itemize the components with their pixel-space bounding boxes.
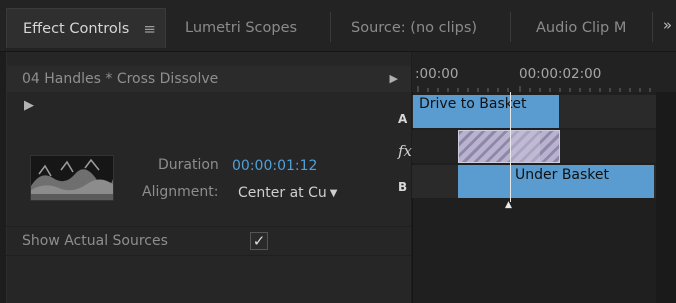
clip-a[interactable]: Drive to Basket	[413, 95, 559, 128]
alignment-label: Alignment:	[142, 184, 219, 200]
fx-icon: fx	[398, 142, 413, 160]
tab-divider	[330, 12, 331, 42]
tab-source-label: Source: (no clips)	[351, 20, 478, 36]
show-actual-sources-label: Show Actual Sources	[22, 233, 168, 249]
tab-source[interactable]: Source: (no clips)	[351, 8, 477, 48]
timeline-scroll-strip	[656, 92, 676, 303]
track-a-label: A	[398, 112, 408, 126]
playhead-line[interactable]	[510, 92, 511, 202]
thumbnail-image	[31, 156, 113, 200]
track-b-label: B	[398, 180, 408, 194]
chevron-down-icon: ▼	[329, 187, 338, 199]
tab-divider	[510, 12, 511, 42]
duration-value[interactable]: 00:00:01:12	[232, 158, 317, 174]
clip-b[interactable]: Under Basket	[458, 165, 654, 198]
tab-audio-clip-mixer-label: Audio Clip M	[536, 20, 627, 36]
transition-thumbnail	[30, 155, 114, 201]
transition-center-region	[510, 130, 540, 163]
duration-label: Duration	[158, 157, 219, 173]
show-actual-sources-checkbox[interactable]: ✓	[250, 232, 268, 250]
clip-header-row[interactable]: 04 Handles * Cross Dissolve ▶	[6, 66, 411, 92]
play-transition-icon[interactable]: ▶	[24, 98, 34, 113]
clip-b-label: Under Basket	[515, 167, 610, 183]
tab-overflow-icon[interactable]: »	[663, 16, 672, 34]
panel-menu-icon[interactable]: ≡	[143, 20, 156, 38]
tab-audio-clip-mixer[interactable]: Audio Clip M	[536, 8, 626, 48]
show-timeline-icon[interactable]: ▶	[390, 72, 398, 85]
cross-dissolve-transition[interactable]	[458, 130, 560, 163]
alignment-dropdown[interactable]: Center at Cu ▼	[230, 181, 343, 205]
section-divider	[6, 226, 411, 227]
tab-effect-controls[interactable]: Effect Controls ≡	[6, 8, 166, 48]
tab-effect-controls-label: Effect Controls	[23, 20, 130, 37]
tab-divider	[652, 12, 653, 42]
timecode-2sec: 00:00:02:00	[519, 66, 602, 82]
tab-lumetri-scopes[interactable]: Lumetri Scopes	[185, 8, 297, 48]
timecode-start: :00:00	[415, 66, 459, 82]
playhead-marker-icon[interactable]: ▲	[505, 200, 512, 210]
ruler-ticks	[417, 86, 651, 92]
checkmark-icon: ✓	[252, 232, 266, 250]
clip-name: 04 Handles * Cross Dissolve	[22, 71, 219, 87]
section-divider	[6, 255, 411, 256]
alignment-value: Center at Cu	[238, 185, 327, 201]
tab-lumetri-scopes-label: Lumetri Scopes	[185, 20, 298, 36]
